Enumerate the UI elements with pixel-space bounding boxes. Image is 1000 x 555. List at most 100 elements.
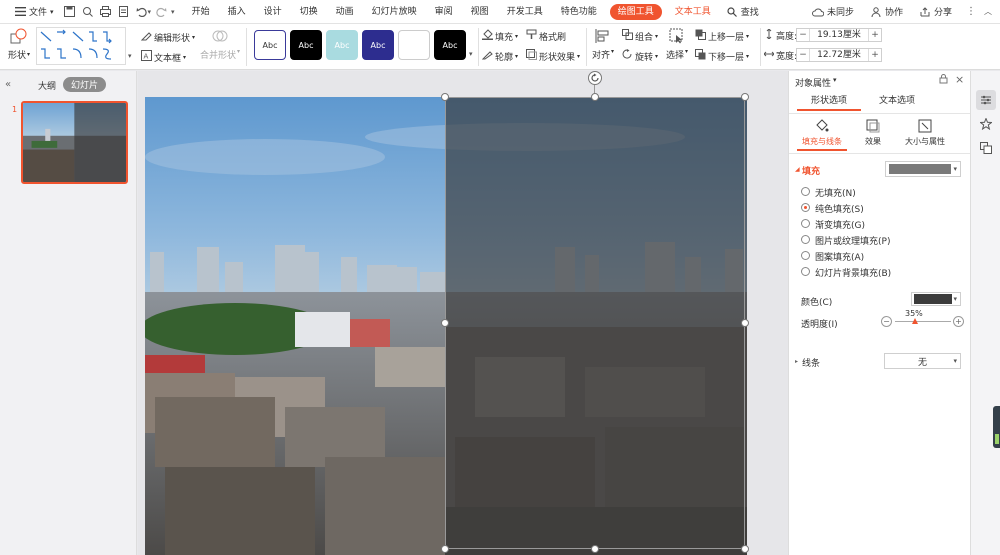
style-swatch-5[interactable] — [398, 30, 430, 60]
search-button[interactable]: 查找 — [720, 0, 765, 24]
line-section-title[interactable]: 线条 — [802, 356, 820, 369]
radio-slide-bg-fill[interactable] — [801, 267, 810, 276]
tab-animation[interactable]: 动画 — [327, 0, 363, 24]
radio-gradient-fill[interactable] — [801, 219, 810, 228]
tab-slides[interactable]: 幻灯片 — [63, 77, 107, 92]
tab-insert[interactable]: 插入 — [219, 0, 255, 24]
subtab-effects[interactable]: 效果 — [853, 117, 893, 151]
animation-button[interactable] — [976, 114, 996, 134]
chevron-down-icon[interactable]: ◢ — [795, 166, 800, 173]
resize-handle-se[interactable] — [741, 545, 749, 553]
shape-button[interactable]: 形状 ▾ — [8, 28, 30, 61]
select-button[interactable]: 选择 ▾ — [666, 28, 688, 61]
fill-button[interactable]: 填充 ▾ — [482, 29, 518, 43]
width-increase-button[interactable]: + — [869, 50, 881, 60]
tab-review[interactable]: 审阅 — [426, 0, 462, 24]
tab-view[interactable]: 视图 — [462, 0, 498, 24]
resize-handle-e[interactable] — [741, 319, 749, 327]
file-menu[interactable]: 文件 ▾ — [8, 0, 60, 24]
fill-color-dropdown[interactable]: ▾ — [885, 161, 961, 177]
tab-text-tools[interactable]: 文本工具 — [666, 0, 720, 24]
radio-solid-fill[interactable] — [801, 203, 810, 212]
tab-home[interactable]: 开始 — [183, 0, 219, 24]
resize-handle-s[interactable] — [591, 545, 599, 553]
width-value[interactable]: 12.72厘米 — [809, 49, 869, 61]
tab-text-options[interactable]: 文本选项 — [865, 93, 929, 111]
print-preview-icon[interactable] — [82, 6, 94, 18]
transparency-decrease-button[interactable]: − — [881, 316, 892, 327]
height-increase-button[interactable]: + — [869, 30, 881, 40]
resize-handle-nw[interactable] — [441, 93, 449, 101]
tab-outline[interactable]: 大纲 — [38, 79, 56, 92]
subtab-size-properties[interactable]: 大小与属性 — [895, 117, 955, 151]
group-button[interactable]: 组合 ▾ — [622, 29, 658, 43]
line-dropdown[interactable]: 无 ▾ — [884, 353, 961, 369]
width-decrease-button[interactable]: − — [797, 50, 809, 60]
bring-forward-button[interactable]: 上移一层 ▾ — [695, 29, 749, 43]
tab-design[interactable]: 设计 — [255, 0, 291, 24]
tab-features[interactable]: 特色功能 — [552, 0, 606, 24]
rotate-button[interactable]: 旋转 ▾ — [622, 49, 658, 63]
radio-pattern-fill[interactable] — [801, 251, 810, 260]
side-widget[interactable] — [993, 406, 1000, 448]
subtab-fill-line[interactable]: 填充与线条 — [797, 117, 847, 151]
color-dropdown[interactable]: ▾ — [911, 292, 961, 306]
textbox-button[interactable]: A 文本框 ▾ — [141, 50, 186, 64]
undo-icon[interactable] — [136, 6, 148, 18]
edit-shape-button[interactable]: 编辑形状 ▾ — [140, 30, 195, 44]
collab-button[interactable]: 协作 — [864, 0, 909, 24]
align-button[interactable]: 对齐 ▾ — [592, 28, 614, 61]
shape-effect-button[interactable]: 形状效果 ▾ — [526, 49, 580, 63]
save-icon[interactable] — [64, 6, 76, 18]
style-swatch-4[interactable]: Abc — [362, 30, 394, 60]
collapse-panel-icon[interactable]: « — [5, 79, 11, 90]
radio-no-fill[interactable] — [801, 187, 810, 196]
height-stepper[interactable]: − 19.13厘米 + — [796, 28, 882, 42]
tab-developer[interactable]: 开发工具 — [498, 0, 552, 24]
chevron-down-icon[interactable]: ▾ — [171, 8, 175, 16]
chevron-right-icon[interactable]: ▸ — [795, 358, 798, 365]
outline-button[interactable]: 轮廓 ▾ — [481, 49, 518, 63]
properties-toggle-button[interactable] — [976, 90, 996, 110]
fill-section-title[interactable]: 填充 — [802, 164, 820, 177]
tab-transition[interactable]: 切换 — [291, 0, 327, 24]
rotate-handle[interactable] — [588, 71, 602, 85]
transparency-slider-thumb[interactable] — [911, 318, 918, 324]
resize-handle-ne[interactable] — [741, 93, 749, 101]
more-icon[interactable]: ⋮ — [962, 6, 980, 17]
width-stepper[interactable]: − 12.72厘米 + — [796, 48, 882, 62]
transparency-slider[interactable] — [895, 321, 951, 322]
tab-drawing-tools[interactable]: 绘图工具 — [609, 3, 662, 20]
print-icon[interactable] — [100, 6, 112, 18]
style-gallery-more-icon[interactable]: ▾ — [469, 50, 473, 58]
style-swatch-3[interactable]: Abc — [326, 30, 358, 60]
radio-picture-fill[interactable] — [801, 235, 810, 244]
chevron-down-icon[interactable]: ▾ — [833, 76, 837, 84]
resize-handle-n[interactable] — [591, 93, 599, 101]
merge-shape-button[interactable]: 合并形状 ▾ — [200, 28, 240, 61]
transparency-increase-button[interactable]: + — [953, 316, 964, 327]
export-pdf-icon[interactable] — [118, 6, 130, 18]
tab-slideshow[interactable]: 幻灯片放映 — [363, 0, 426, 24]
pin-icon[interactable] — [939, 74, 948, 87]
height-value[interactable]: 19.13厘米 — [809, 29, 869, 41]
gallery-more-icon[interactable]: ▾ — [128, 52, 132, 60]
slide-thumbnail[interactable] — [21, 101, 128, 184]
semi-transparent-rectangle[interactable] — [445, 97, 747, 555]
format-brush-button[interactable]: 格式刷 — [526, 29, 566, 43]
share-button[interactable]: 分享 — [913, 0, 958, 24]
collapse-ribbon-icon[interactable]: ︿ — [984, 6, 992, 17]
style-swatch-1[interactable]: Abc — [254, 30, 286, 60]
line-shapes-gallery[interactable] — [36, 27, 126, 65]
close-icon[interactable]: × — [955, 73, 964, 86]
arrange-button[interactable] — [976, 138, 996, 158]
resize-handle-sw[interactable] — [441, 545, 449, 553]
style-swatch-2[interactable]: Abc — [290, 30, 322, 60]
style-swatch-6[interactable]: Abc — [434, 30, 466, 60]
sync-button[interactable]: 未同步 — [806, 0, 860, 24]
chevron-down-icon[interactable]: ▾ — [148, 8, 152, 16]
height-decrease-button[interactable]: − — [797, 30, 809, 40]
send-backward-button[interactable]: 下移一层 ▾ — [695, 49, 749, 63]
tab-shape-options[interactable]: 形状选项 — [797, 93, 861, 111]
redo-icon[interactable] — [155, 6, 167, 18]
